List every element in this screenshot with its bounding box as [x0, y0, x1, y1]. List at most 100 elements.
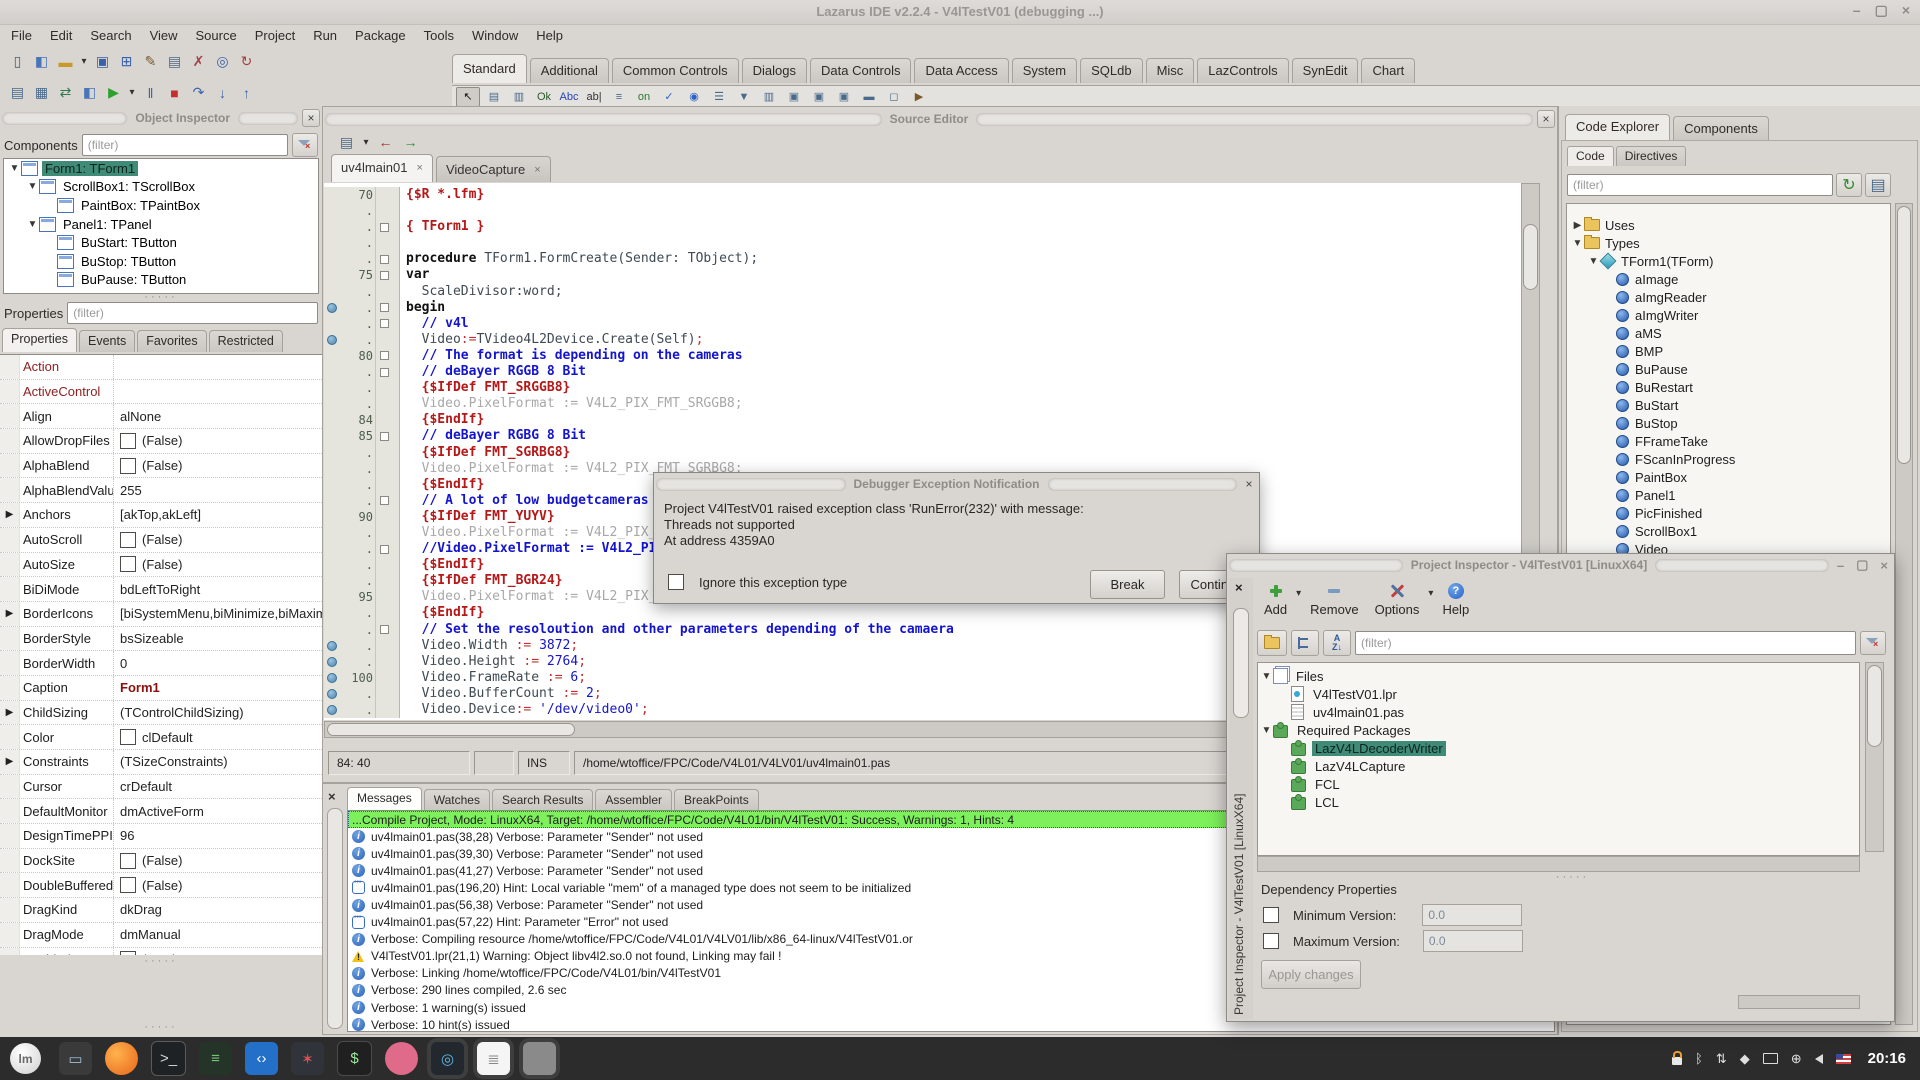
save-all-icon[interactable]: ⊞ [115, 50, 138, 73]
checkbox-icon[interactable] [120, 458, 136, 474]
tradiogroup-icon[interactable]: ▣ [808, 88, 830, 106]
docked-side-tab[interactable]: × Project Inspector - V4lTestV01 [LinuxX… [1229, 578, 1253, 1019]
messages-vscrollbar[interactable] [327, 808, 343, 1029]
menu-search[interactable]: Search [81, 25, 140, 46]
checkbox-icon[interactable] [120, 853, 136, 869]
minimize-icon[interactable]: – [1833, 558, 1848, 573]
fold-marker-icon[interactable] [375, 251, 392, 267]
menu-file[interactable]: File [2, 25, 41, 46]
editor-gutter[interactable]: . [324, 493, 400, 509]
property-row[interactable]: BorderWidth0 [0, 651, 322, 676]
code-line[interactable]: . Video:=TVideo4L2Device.Create(Self); [324, 332, 1522, 348]
property-value[interactable]: bdLeftToRight [114, 582, 322, 597]
project-tree-item[interactable]: V4lTestV01.lpr [1258, 685, 1859, 703]
property-row[interactable]: DockSite(False) [0, 849, 322, 874]
component-tree-item[interactable]: BuStop: TButton [4, 252, 318, 271]
drag-grip[interactable] [1655, 559, 1829, 572]
component-tree-item[interactable]: ▼ScrollBox1: TScrollBox [4, 178, 318, 197]
editor-gutter[interactable]: . [324, 235, 400, 251]
property-row[interactable]: CaptionForm1 [0, 676, 322, 701]
code-explorer-tab-directives[interactable]: Directives [1616, 146, 1687, 166]
expander-icon[interactable]: ▼ [26, 219, 39, 230]
project-tree-item[interactable]: ▼Required Packages [1258, 721, 1859, 739]
volume-icon[interactable] [1815, 1054, 1823, 1064]
property-row[interactable]: DefaultMonitordmActiveForm [0, 799, 322, 824]
messages-tab-search-results[interactable]: Search Results [492, 789, 593, 810]
tlistbox-icon[interactable]: ☰ [708, 88, 730, 106]
project-tree-item[interactable]: LazV4LCapture [1258, 757, 1859, 775]
open-button[interactable] [1257, 630, 1287, 656]
drag-grip[interactable] [656, 478, 846, 491]
bottom-scrollbar[interactable] [1738, 995, 1860, 1009]
splitter-handle[interactable]: ····· [1253, 874, 1892, 882]
messages-tab-messages[interactable]: Messages [347, 787, 422, 810]
project-tree-item[interactable]: LazV4LDecoderWriter [1258, 739, 1859, 757]
property-value[interactable]: [biSystemMenu,biMinimize,biMaximize] [114, 606, 322, 621]
close-icon[interactable]: × [1537, 110, 1555, 128]
property-value[interactable]: bsSizeable [114, 631, 322, 646]
fold-marker-icon[interactable] [375, 493, 392, 509]
tradiobutton-icon[interactable]: ◉ [683, 88, 705, 106]
property-row[interactable]: ▶BorderIcons[biSystemMenu,biMinimize,biM… [0, 602, 322, 627]
project-tree-item[interactable]: ▼Files [1258, 667, 1859, 685]
property-value[interactable]: (False) [114, 877, 322, 893]
editor-gutter[interactable]: . [324, 380, 400, 396]
project-tree-item[interactable]: uv4lmain01.pas [1258, 703, 1859, 721]
code-explorer-tab-code[interactable]: Code [1567, 146, 1614, 166]
view-units-icon[interactable]: ▤ [6, 81, 29, 104]
new-edit-window-icon[interactable]: ◧ [78, 81, 101, 104]
property-value[interactable]: (False) [114, 458, 322, 474]
property-value[interactable]: (False) [114, 556, 322, 572]
drag-grip[interactable] [976, 113, 1533, 126]
run-modes-icon[interactable]: ▾ [126, 81, 138, 104]
component-tree-item[interactable]: PaintBox: TPaintBox [4, 196, 318, 215]
editor-gutter[interactable]: . [324, 461, 400, 477]
code-line[interactable]: . {$IfDef FMT_SGRBG8} [324, 445, 1522, 461]
project-tree-hscrollbar[interactable] [1257, 856, 1860, 872]
tbutton-icon[interactable]: Ok [533, 88, 555, 106]
code-explorer-item[interactable]: ▶Uses [1567, 216, 1890, 234]
code-explorer-item[interactable]: BMP [1567, 342, 1890, 360]
palette-tab-lazcontrols[interactable]: LazControls [1197, 58, 1288, 83]
start-menu-button[interactable]: lm [10, 1043, 41, 1074]
property-row[interactable]: DoubleBuffered(False) [0, 873, 322, 898]
scroll-thumb[interactable] [327, 723, 575, 736]
fold-marker-icon[interactable] [375, 622, 392, 638]
minimum-version-field[interactable]: 0.0 [1422, 904, 1522, 926]
splitter-handle[interactable]: ····· [0, 958, 322, 966]
editor-gutter[interactable]: 95 [324, 589, 400, 605]
forward-icon[interactable]: → [399, 131, 422, 154]
editor-gutter[interactable]: . [324, 219, 400, 235]
property-value[interactable]: alNone [114, 409, 322, 424]
code-line[interactable]: . [324, 235, 1522, 251]
editor-gutter[interactable]: 100 [324, 670, 400, 686]
code-line[interactable]: . [324, 203, 1522, 219]
property-row[interactable]: AutoSize(False) [0, 553, 322, 578]
property-row[interactable]: AlphaBlend(False) [0, 454, 322, 479]
code-line[interactable]: .{ TForm1 } [324, 219, 1522, 235]
network-arrows-icon[interactable]: ⇅ [1716, 1051, 1727, 1067]
rename-icon[interactable]: ✎ [139, 50, 162, 73]
refresh-button[interactable]: ↻ [1836, 173, 1862, 197]
ttogglebox-icon[interactable]: on [633, 88, 655, 106]
code-line[interactable]: . // v4l [324, 316, 1522, 332]
expander-icon[interactable]: ▼ [8, 163, 21, 174]
palette-tab-dialogs[interactable]: Dialogs [742, 58, 807, 83]
property-value[interactable]: Form1 [114, 680, 322, 695]
property-row[interactable]: ▶Constraints(TSizeConstraints) [0, 750, 322, 775]
menu-view[interactable]: View [141, 25, 187, 46]
code-explorer-item[interactable]: aImage [1567, 270, 1890, 288]
palette-tab-chart[interactable]: Chart [1361, 58, 1415, 83]
splitter-handle[interactable]: ····· [0, 294, 322, 302]
property-row[interactable]: Action [0, 355, 322, 380]
properties-filter-input[interactable] [67, 302, 318, 324]
inspector-tab-restricted[interactable]: Restricted [209, 330, 283, 352]
property-row[interactable]: BorderStylebsSizeable [0, 627, 322, 652]
color-swatch[interactable] [120, 729, 136, 745]
expander-icon[interactable]: ▶ [0, 701, 20, 725]
step-into-icon[interactable]: ↓ [211, 81, 234, 104]
tpopupmenu-icon[interactable]: ▥ [508, 88, 530, 106]
globe-icon[interactable]: ⊕ [1791, 1051, 1802, 1067]
components-filter-input[interactable] [82, 134, 288, 156]
fold-marker-icon[interactable] [375, 300, 392, 316]
